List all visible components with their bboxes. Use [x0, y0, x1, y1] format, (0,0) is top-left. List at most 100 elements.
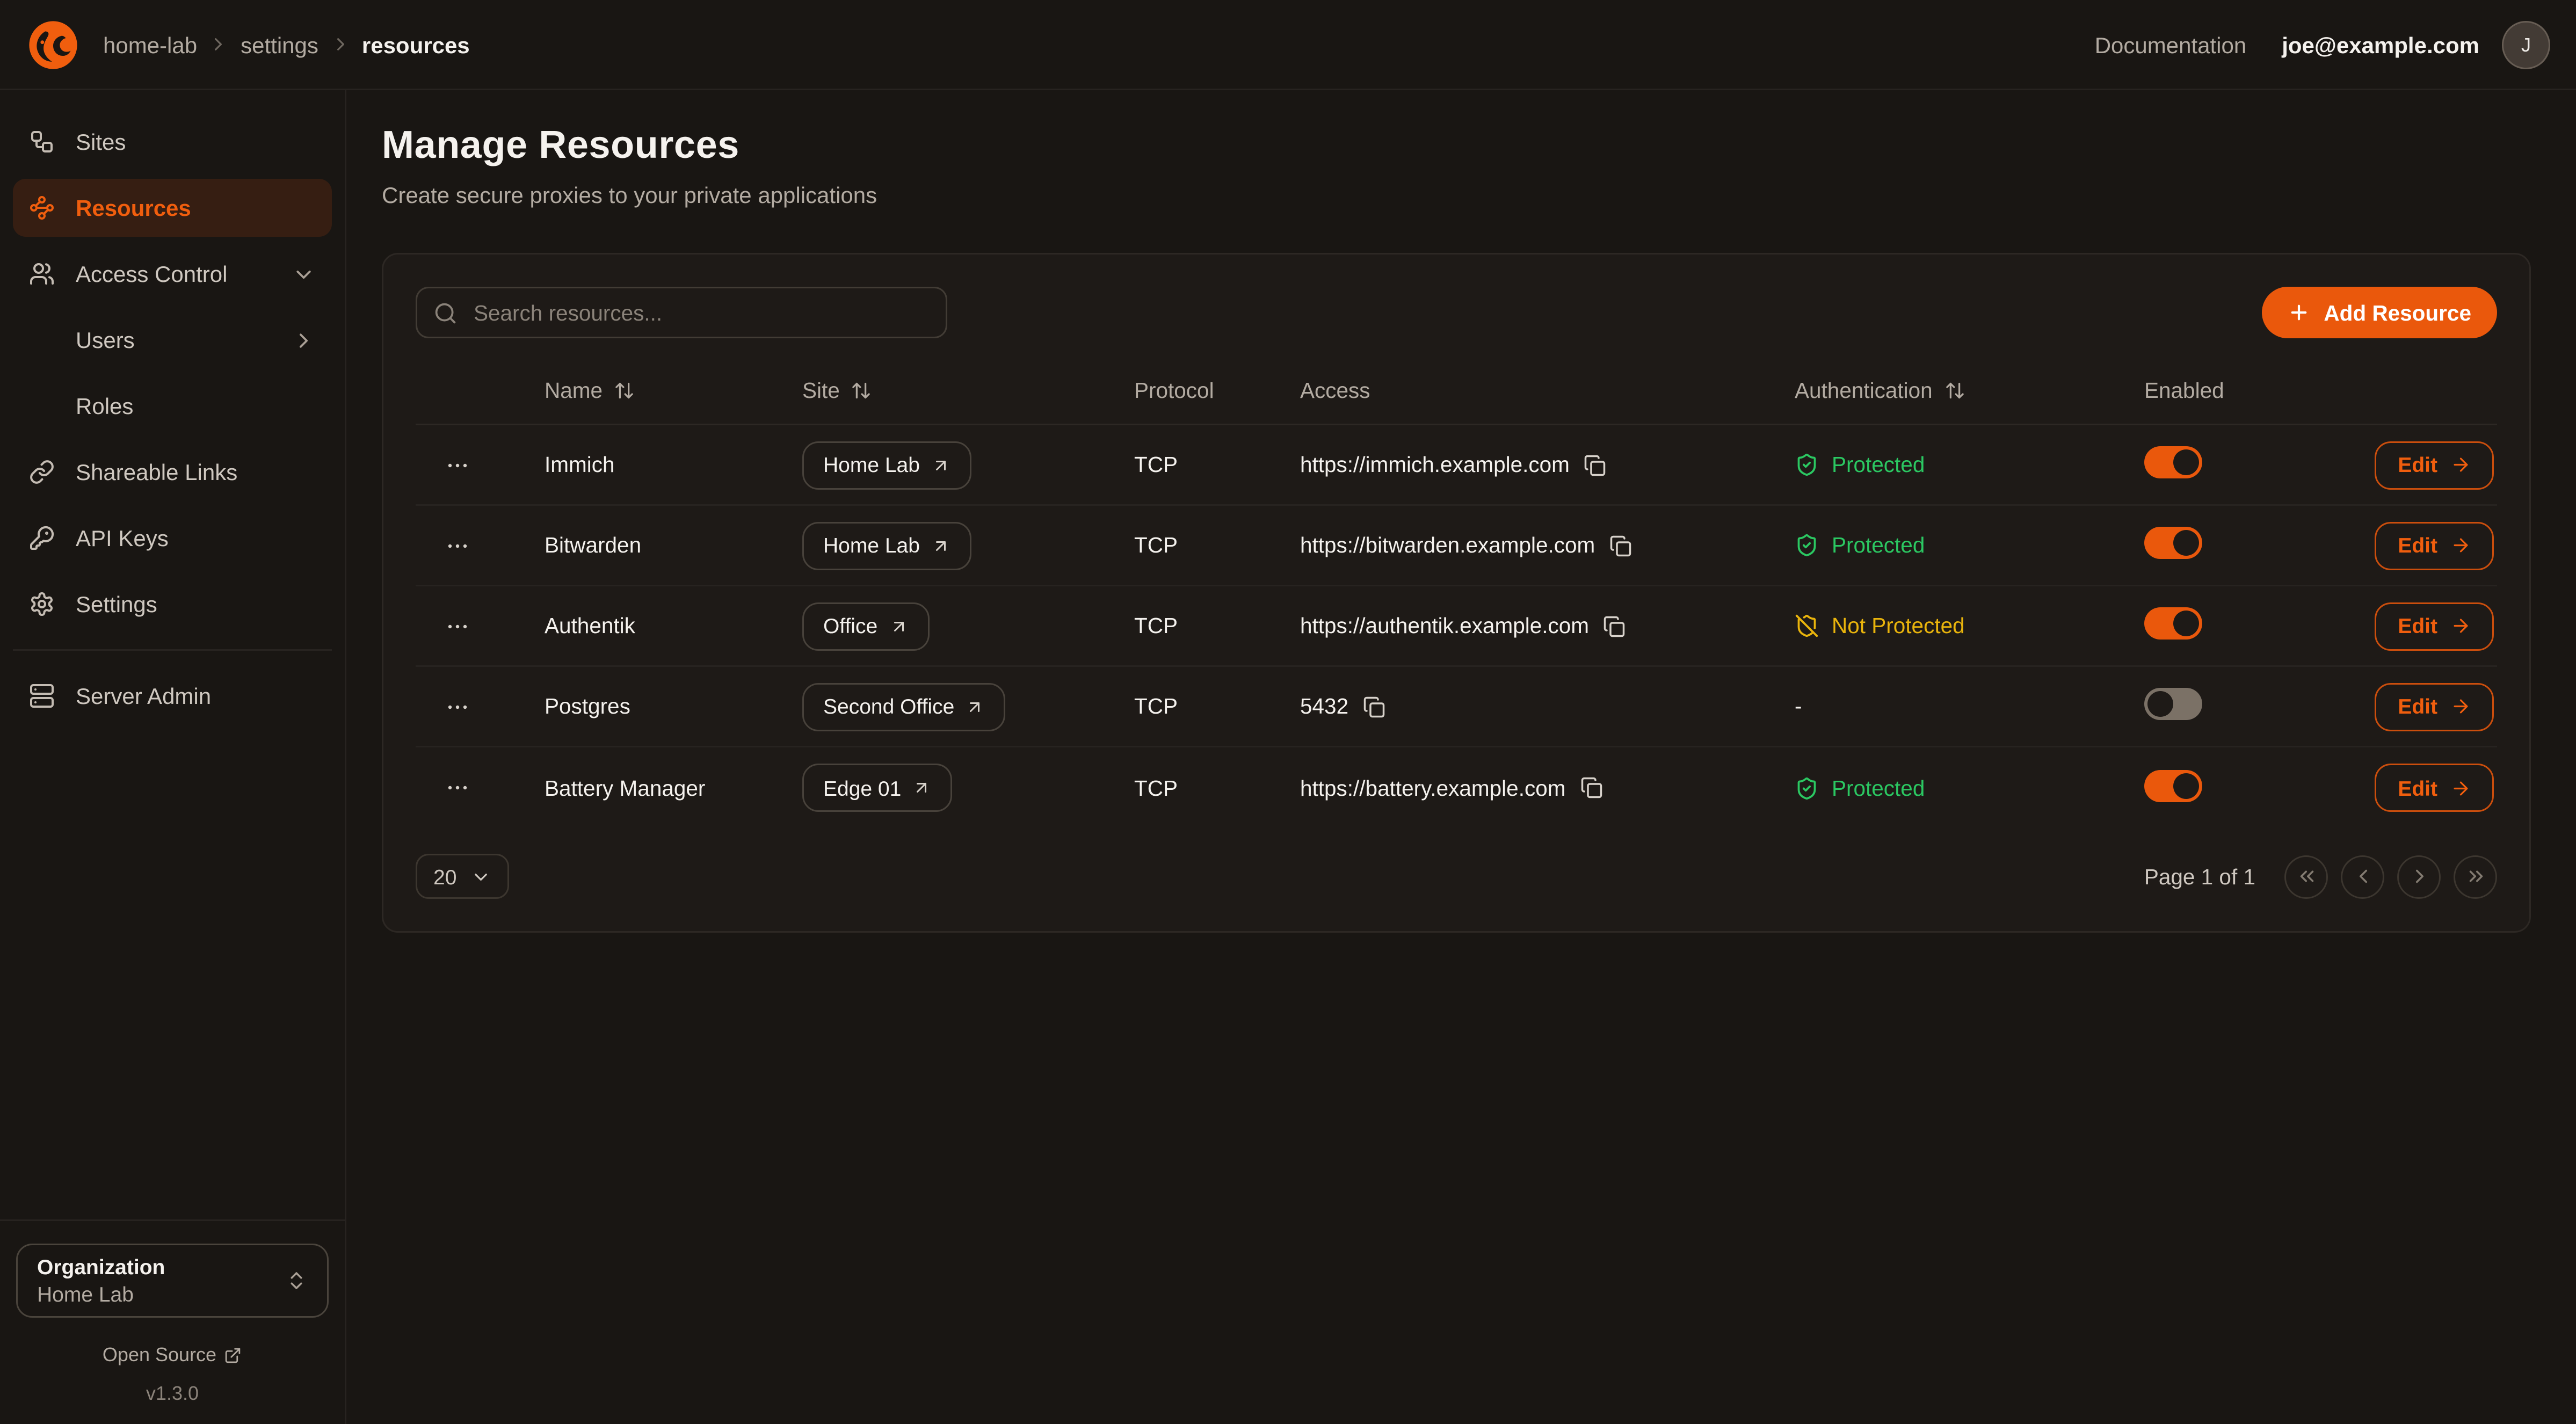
- sidebar-item-label: Roles: [76, 393, 316, 419]
- main-content: Manage Resources Create secure proxies t…: [346, 90, 2576, 1424]
- organization-label: Organization: [37, 1253, 285, 1281]
- sidebar-bottom: Organization Home Lab Open Source v1.3.: [0, 1219, 345, 1405]
- sidebar-item-sites[interactable]: Sites: [13, 113, 332, 171]
- enabled-toggle[interactable]: [2144, 446, 2202, 478]
- open-source-link[interactable]: Open Source: [103, 1343, 242, 1366]
- row-menu-button[interactable]: [435, 526, 480, 565]
- documentation-link[interactable]: Documentation: [2095, 32, 2247, 57]
- enabled-toggle[interactable]: [2144, 688, 2202, 720]
- shield-check-icon: [1795, 453, 1819, 477]
- site-link-badge[interactable]: Office: [802, 602, 929, 650]
- chevron-down-icon: [471, 866, 492, 887]
- chevrons-right-icon: [2464, 865, 2487, 888]
- arrow-up-right-icon: [966, 697, 985, 716]
- edit-button[interactable]: Edit: [2375, 441, 2494, 489]
- previous-page-button[interactable]: [2341, 855, 2384, 898]
- row-menu-button[interactable]: [435, 446, 480, 484]
- search-input[interactable]: [470, 299, 930, 326]
- sidebar-item-access-control[interactable]: Access Control: [13, 245, 332, 303]
- site-link-badge[interactable]: Home Lab: [802, 521, 971, 570]
- chevron-left-icon: [2352, 865, 2374, 888]
- sidebar-item-roles[interactable]: Roles: [13, 377, 332, 435]
- arrow-up-right-icon: [931, 455, 950, 475]
- user-email[interactable]: joe@example.com: [2282, 32, 2479, 57]
- page-size-select[interactable]: 20: [416, 854, 510, 899]
- auth-status: Protected: [1795, 453, 2094, 477]
- copy-icon[interactable]: [1580, 776, 1602, 799]
- breadcrumb-settings[interactable]: settings: [241, 32, 318, 57]
- table-row: Immich Home Lab TCP https://immich.examp…: [416, 425, 2497, 506]
- chevrons-left-icon: [2295, 865, 2318, 888]
- resource-name: Battery Manager: [499, 776, 770, 800]
- table-header-row: Name Site Protocol Access: [416, 358, 2497, 425]
- pangolin-logo-icon[interactable]: [26, 17, 81, 72]
- arrow-right-icon: [2450, 778, 2471, 798]
- enabled-toggle[interactable]: [2144, 769, 2202, 802]
- copy-icon[interactable]: [1584, 454, 1607, 476]
- column-header-name[interactable]: Name: [499, 379, 770, 403]
- server-icon: [29, 683, 55, 709]
- resource-access-url: https://authentik.example.com: [1300, 614, 1589, 638]
- sidebar-item-users[interactable]: Users: [13, 311, 332, 369]
- add-resource-label: Add Resource: [2324, 301, 2471, 325]
- search-box[interactable]: [416, 287, 947, 338]
- add-resource-button[interactable]: Add Resource: [2262, 287, 2497, 338]
- topbar: home-lab settings resources Documentatio…: [0, 0, 2576, 90]
- breadcrumb: home-lab settings resources: [103, 32, 470, 57]
- table-row: Authentik Office TCP https://authentik.e…: [416, 586, 2497, 667]
- sidebar-item-label: Sites: [76, 129, 316, 155]
- app-window: home-lab settings resources Documentatio…: [0, 0, 2576, 1424]
- plus-icon: [2288, 301, 2311, 324]
- sidebar-item-label: Settings: [76, 591, 316, 617]
- breadcrumb-separator-icon: [208, 34, 229, 55]
- sidebar-item-resources[interactable]: Resources: [13, 179, 332, 237]
- chevron-right-icon: [2408, 865, 2430, 888]
- organization-selector[interactable]: Organization Home Lab: [16, 1244, 329, 1318]
- breadcrumb-separator-icon: [330, 34, 351, 55]
- edit-button[interactable]: Edit: [2375, 521, 2494, 570]
- sidebar-item-shareable-links[interactable]: Shareable Links: [13, 443, 332, 501]
- next-page-button[interactable]: [2397, 855, 2441, 898]
- site-link-badge[interactable]: Second Office: [802, 682, 1006, 731]
- resource-access-url: https://battery.example.com: [1300, 776, 1565, 800]
- resource-protocol: TCP: [1086, 776, 1247, 800]
- edit-button[interactable]: Edit: [2375, 764, 2494, 812]
- row-menu-button[interactable]: [435, 768, 480, 807]
- edit-button[interactable]: Edit: [2375, 682, 2494, 731]
- copy-icon[interactable]: [1609, 534, 1632, 557]
- row-menu-button[interactable]: [435, 687, 480, 726]
- site-link-badge[interactable]: Home Lab: [802, 441, 971, 489]
- breadcrumb-org[interactable]: home-lab: [103, 32, 197, 57]
- site-link-badge[interactable]: Edge 01: [802, 764, 953, 812]
- pagination: 20 Page 1 of 1: [416, 854, 2497, 899]
- resource-access-port: 5432: [1300, 694, 1348, 718]
- edit-button[interactable]: Edit: [2375, 602, 2494, 650]
- sidebar-item-server-admin[interactable]: Server Admin: [13, 667, 332, 725]
- version-label: v1.3.0: [16, 1382, 329, 1405]
- search-icon: [433, 301, 458, 325]
- sidebar-item-api-keys[interactable]: API Keys: [13, 509, 332, 567]
- last-page-button[interactable]: [2454, 855, 2497, 898]
- sidebar-item-settings[interactable]: Settings: [13, 575, 332, 633]
- table-row: Bitwarden Home Lab TCP https://bitwarden…: [416, 506, 2497, 586]
- row-menu-button[interactable]: [435, 607, 480, 645]
- resource-protocol: TCP: [1086, 453, 1247, 477]
- sidebar-item-label: Shareable Links: [76, 459, 316, 485]
- sort-icon: [1944, 380, 1965, 401]
- open-source-label: Open Source: [103, 1343, 216, 1366]
- column-header-authentication[interactable]: Authentication: [1766, 379, 2094, 403]
- enabled-toggle[interactable]: [2144, 527, 2202, 559]
- sidebar-item-label: Users: [76, 327, 271, 353]
- copy-icon[interactable]: [1603, 615, 1626, 637]
- column-header-site[interactable]: Site: [770, 379, 1086, 403]
- arrow-right-icon: [2450, 454, 2471, 475]
- users-icon: [29, 261, 55, 287]
- copy-icon[interactable]: [1363, 695, 1385, 718]
- table-row: Battery Manager Edge 01 TCP https://batt…: [416, 747, 2497, 828]
- sidebar: Sites Resources Access Control: [0, 90, 346, 1424]
- avatar[interactable]: J: [2502, 20, 2550, 69]
- column-header-protocol: Protocol: [1086, 379, 1247, 403]
- first-page-button[interactable]: [2284, 855, 2328, 898]
- sidebar-item-label: Access Control: [76, 261, 271, 287]
- enabled-toggle[interactable]: [2144, 607, 2202, 640]
